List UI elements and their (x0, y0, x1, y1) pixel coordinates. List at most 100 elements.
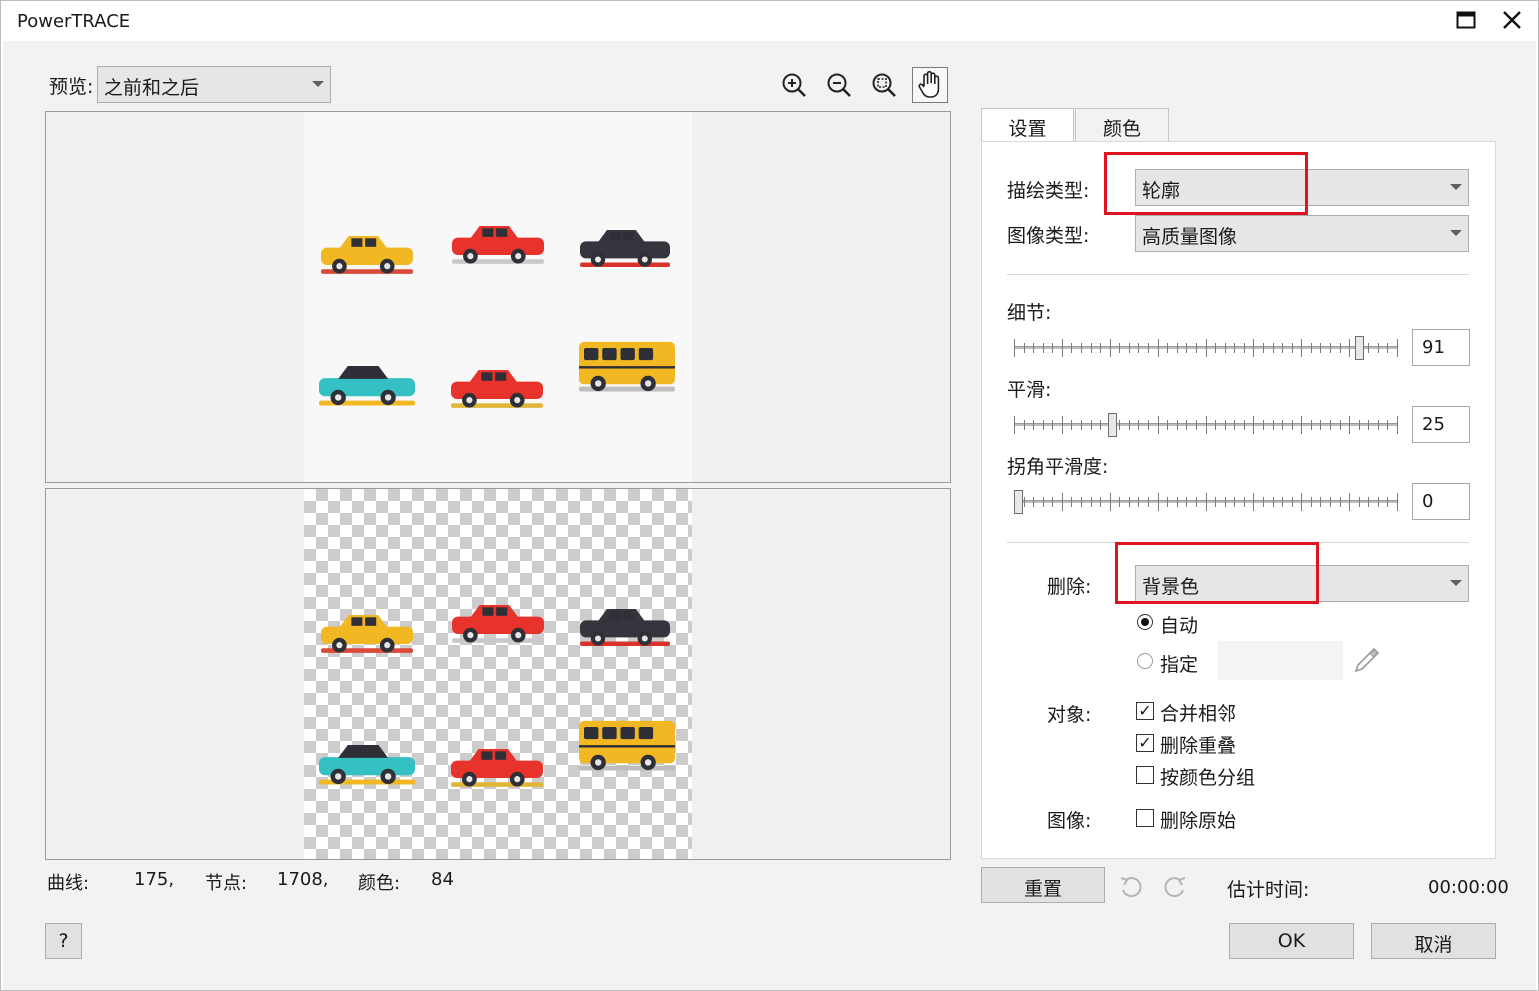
maximize-button[interactable] (1446, 5, 1486, 35)
traced-cars-image (319, 605, 675, 787)
corner-smoothness-slider[interactable] (1014, 487, 1398, 517)
car-window (620, 347, 635, 361)
undo-button[interactable] (1117, 872, 1145, 900)
smooth-slider[interactable] (1014, 410, 1398, 440)
slider-tick (1234, 420, 1236, 430)
slider-tick (1119, 420, 1121, 430)
slider-tick (1349, 493, 1351, 511)
slider-tick (1358, 497, 1360, 507)
curves-value: 175, (134, 869, 175, 890)
slider-tick (1349, 339, 1351, 357)
slider-tick (1119, 497, 1121, 507)
zoom-out-button[interactable] (821, 67, 857, 103)
slider-tick (1023, 497, 1025, 507)
detail-value-field[interactable]: 91 (1412, 329, 1470, 366)
slider-thumb[interactable] (1355, 336, 1365, 360)
pan-tool-button[interactable] (912, 67, 948, 103)
car-hubcap (384, 773, 392, 780)
tab-colors[interactable]: 颜色 (1075, 108, 1169, 142)
group-by-color-checkbox[interactable] (1136, 766, 1154, 784)
tab-settings[interactable]: 设置 (981, 108, 1074, 142)
slider-tick (1090, 420, 1092, 430)
car-window (482, 607, 494, 616)
auto-radio[interactable] (1137, 614, 1153, 630)
highlight-box-trace-type (1104, 152, 1308, 215)
car-hubcap (644, 759, 652, 766)
slider-tick (1167, 420, 1169, 430)
slider-tick (1301, 416, 1303, 434)
car-window (609, 232, 621, 241)
eyedropper-button[interactable] (1352, 645, 1384, 677)
highlight-box-remove (1115, 542, 1319, 604)
slider-tick (1291, 420, 1293, 430)
window-title: PowerTRACE (17, 11, 131, 32)
maximize-icon (1456, 11, 1476, 29)
slider-thumb[interactable] (1014, 490, 1023, 514)
slider-tick (1052, 343, 1054, 353)
car-window (365, 238, 377, 247)
preview-mode-select[interactable]: 之前和之后 (97, 66, 331, 103)
remove-overlap-checkbox[interactable]: ✓ (1136, 734, 1154, 752)
before-preview-pane[interactable] (45, 111, 951, 483)
slider-tick (1397, 339, 1398, 357)
slider-tick (1090, 497, 1092, 507)
car-hubcap (466, 776, 473, 783)
car-stripe (579, 366, 675, 369)
eyedropper-icon (1354, 647, 1380, 673)
cancel-button[interactable]: 取消 (1371, 923, 1496, 959)
slider-tick (1301, 493, 1303, 511)
zoom-fit-button[interactable] (866, 67, 902, 103)
remove-overlap-label: 删除重叠 (1160, 735, 1237, 757)
specify-color-swatch[interactable] (1218, 641, 1343, 680)
black-hotrod (580, 230, 670, 268)
slider-tick (1061, 339, 1063, 357)
slider-tick (1033, 420, 1035, 430)
car-window (495, 751, 507, 760)
car-window (584, 347, 599, 361)
slider-tick (1253, 416, 1255, 434)
close-button[interactable] (1492, 5, 1532, 35)
slider-tick (1320, 497, 1322, 507)
after-preview-pane[interactable] (45, 488, 951, 860)
chevron-down-icon (1450, 230, 1462, 236)
car-roof (339, 615, 388, 628)
zoom-in-button[interactable] (776, 67, 812, 103)
slider-tick (1310, 343, 1312, 353)
help-button[interactable]: ? (45, 923, 82, 959)
ok-button[interactable]: OK (1229, 923, 1354, 959)
car-window (609, 611, 621, 620)
reset-button[interactable]: 重置 (981, 867, 1105, 903)
specify-radio[interactable] (1137, 653, 1153, 669)
slider-tick (1128, 420, 1130, 430)
redo-button[interactable] (1161, 872, 1189, 900)
car-hubcap (641, 635, 648, 642)
car-hubcap (594, 380, 602, 387)
delete-original-checkbox[interactable] (1136, 809, 1154, 827)
car-roof (339, 236, 388, 249)
slider-tick (1262, 420, 1264, 430)
corner-smoothness-value-field[interactable]: 0 (1412, 483, 1470, 520)
slider-tick (1272, 497, 1274, 507)
image-type-value: 高质量图像 (1142, 226, 1238, 248)
car-hubcap (384, 642, 391, 649)
yellow-school-bus (579, 341, 675, 392)
car-hubcap (644, 380, 652, 387)
car-window (623, 611, 634, 620)
smooth-value-field[interactable]: 25 (1412, 406, 1470, 443)
car-roof (598, 609, 645, 622)
slider-tick (1195, 420, 1197, 430)
slider-tick (1119, 343, 1121, 353)
detail-slider[interactable] (1014, 333, 1398, 363)
slider-tick (1033, 343, 1035, 353)
slider-tick (1377, 497, 1379, 507)
slider-thumb[interactable] (1107, 413, 1117, 437)
slider-tick (1081, 420, 1083, 430)
slider-tick (1282, 497, 1284, 507)
merge-adjacent-checkbox[interactable]: ✓ (1136, 702, 1154, 720)
slider-tick (1234, 497, 1236, 507)
slider-tick (1243, 420, 1245, 430)
car-window (496, 607, 508, 616)
slider-tick (1224, 343, 1226, 353)
slider-tick (1301, 339, 1303, 357)
image-type-select[interactable]: 高质量图像 (1135, 215, 1469, 252)
